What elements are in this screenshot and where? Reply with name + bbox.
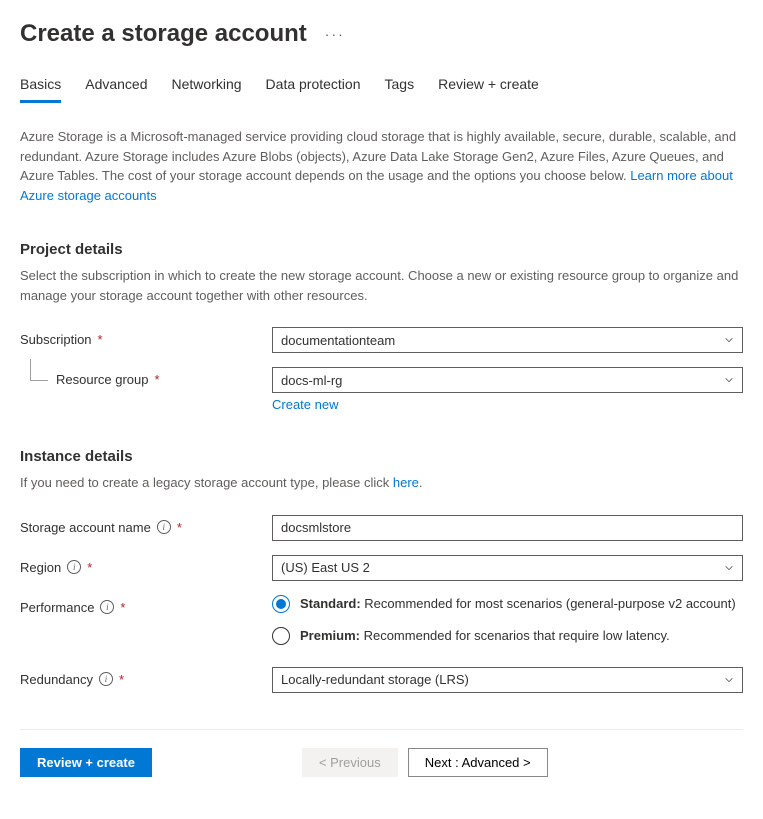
required-indicator: * (98, 332, 103, 347)
storage-account-name-label: Storage account name i * (20, 515, 272, 535)
page-title: Create a storage account (20, 20, 307, 48)
required-indicator: * (120, 600, 125, 615)
redundancy-value: Locally-redundant storage (LRS) (281, 672, 469, 687)
info-icon[interactable]: i (100, 600, 114, 614)
instance-desc-prefix: If you need to create a legacy storage a… (20, 475, 393, 490)
tab-networking[interactable]: Networking (172, 76, 242, 103)
redundancy-label-text: Redundancy (20, 672, 93, 687)
project-details-heading: Project details (20, 241, 743, 258)
tab-tags[interactable]: Tags (385, 76, 415, 103)
redundancy-label: Redundancy i * (20, 667, 272, 687)
more-actions-icon[interactable]: ··· (325, 26, 345, 42)
next-button[interactable]: Next : Advanced > (408, 748, 548, 777)
resource-group-label: Resource group * (20, 367, 272, 387)
performance-label: Performance i * (20, 595, 272, 615)
legacy-here-link[interactable]: here (393, 475, 419, 490)
storage-account-name-input[interactable]: docsmlstore (272, 515, 743, 541)
info-icon[interactable]: i (99, 672, 113, 686)
subscription-value: documentationteam (281, 333, 395, 348)
review-create-button[interactable]: Review + create (20, 748, 152, 777)
previous-button: < Previous (302, 748, 398, 777)
tree-indent-line (30, 359, 48, 381)
subscription-label-text: Subscription (20, 332, 92, 347)
performance-standard-radio[interactable]: Standard: Recommended for most scenarios… (272, 595, 743, 613)
required-indicator: * (119, 672, 124, 687)
intro-text: Azure Storage is a Microsoft-managed ser… (20, 127, 743, 205)
region-label: Region i * (20, 555, 272, 575)
radio-unchecked-icon (272, 627, 290, 645)
required-indicator: * (155, 372, 160, 387)
resource-group-select[interactable]: docs-ml-rg (272, 367, 743, 393)
intro-body: Azure Storage is a Microsoft-managed ser… (20, 129, 736, 183)
performance-premium-label: Premium: Recommended for scenarios that … (300, 628, 670, 643)
resource-group-value: docs-ml-rg (281, 373, 342, 388)
subscription-label: Subscription * (20, 327, 272, 347)
tab-bar: Basics Advanced Networking Data protecti… (20, 76, 743, 103)
storage-account-name-value: docsmlstore (281, 520, 351, 535)
create-new-rg-link[interactable]: Create new (272, 397, 338, 412)
performance-label-text: Performance (20, 600, 94, 615)
info-icon[interactable]: i (67, 560, 81, 574)
instance-details-heading: Instance details (20, 448, 743, 465)
footer-bar: Review + create < Previous Next : Advanc… (20, 730, 743, 795)
info-icon[interactable]: i (157, 520, 171, 534)
chevron-down-icon (724, 563, 734, 573)
chevron-down-icon (724, 675, 734, 685)
chevron-down-icon (724, 335, 734, 345)
tab-basics[interactable]: Basics (20, 76, 61, 103)
redundancy-select[interactable]: Locally-redundant storage (LRS) (272, 667, 743, 693)
performance-standard-label: Standard: Recommended for most scenarios… (300, 596, 736, 611)
chevron-down-icon (724, 375, 734, 385)
region-label-text: Region (20, 560, 61, 575)
required-indicator: * (87, 560, 92, 575)
region-value: (US) East US 2 (281, 560, 370, 575)
resource-group-label-text: Resource group (56, 372, 149, 387)
tab-advanced[interactable]: Advanced (85, 76, 147, 103)
required-indicator: * (177, 520, 182, 535)
region-select[interactable]: (US) East US 2 (272, 555, 743, 581)
instance-desc-suffix: . (419, 475, 423, 490)
instance-details-desc: If you need to create a legacy storage a… (20, 473, 743, 493)
tab-data-protection[interactable]: Data protection (266, 76, 361, 103)
subscription-select[interactable]: documentationteam (272, 327, 743, 353)
project-details-desc: Select the subscription in which to crea… (20, 266, 743, 305)
radio-checked-icon (272, 595, 290, 613)
tab-review-create[interactable]: Review + create (438, 76, 539, 103)
storage-account-name-label-text: Storage account name (20, 520, 151, 535)
performance-premium-radio[interactable]: Premium: Recommended for scenarios that … (272, 627, 743, 645)
